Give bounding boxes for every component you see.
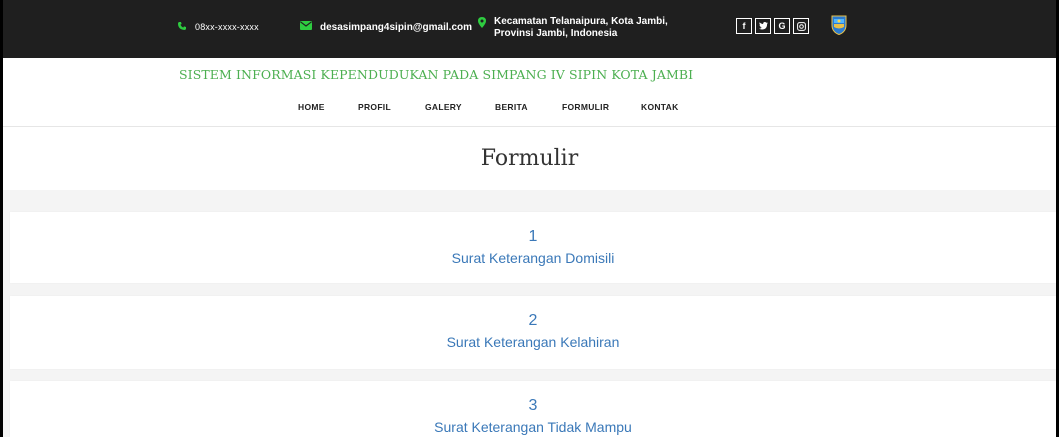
- nav-kontak[interactable]: KONTAK: [641, 102, 679, 112]
- main-navigation: HOME PROFIL GALERY BERITA FORMULIR KONTA…: [0, 102, 1059, 116]
- nav-berita[interactable]: BERITA: [495, 102, 528, 112]
- phone-icon: [177, 21, 187, 33]
- social-links: f G: [736, 18, 809, 34]
- google-icon[interactable]: G: [774, 18, 790, 34]
- form-link-domisili[interactable]: Surat Keterangan Domisili: [10, 250, 1056, 266]
- form-card-kelahiran[interactable]: 2 Surat Keterangan Kelahiran: [10, 296, 1056, 369]
- nav-galery[interactable]: GALERY: [425, 102, 462, 112]
- form-number: 2: [528, 312, 538, 329]
- phone-number: 08xx-xxxx-xxxx: [195, 22, 259, 32]
- map-pin-icon: [478, 17, 486, 31]
- envelope-icon: [300, 21, 312, 33]
- site-title[interactable]: SISTEM INFORMASI KEPENDUDUKAN PADA SIMPA…: [179, 67, 693, 82]
- contact-email: desasimpang4sipin@gmail.com: [300, 21, 472, 33]
- page-title: Formulir: [480, 146, 579, 171]
- nav-profil[interactable]: PROFIL: [358, 102, 391, 112]
- facebook-icon[interactable]: f: [736, 18, 752, 34]
- address-line-2: Provinsi Jambi, Indonesia: [494, 28, 618, 39]
- form-number: 3: [528, 397, 538, 414]
- form-link-tidak-mampu[interactable]: Surat Keterangan Tidak Mampu: [10, 419, 1056, 435]
- nav-home[interactable]: HOME: [298, 102, 325, 112]
- jambi-emblem-logo: [831, 15, 847, 36]
- form-card-domisili[interactable]: 1 Surat Keterangan Domisili: [10, 212, 1056, 283]
- address-line-1: Kecamatan Telanaipura, Kota Jambi,: [494, 16, 668, 27]
- contact-phone: 08xx-xxxx-xxxx: [177, 21, 259, 33]
- form-link-kelahiran[interactable]: Surat Keterangan Kelahiran: [10, 334, 1056, 350]
- twitter-icon[interactable]: [755, 18, 771, 34]
- header-divider: [3, 126, 1056, 127]
- form-number: 1: [528, 228, 538, 245]
- top-info-bar: 08xx-xxxx-xxxx desasimpang4sipin@gmail.c…: [3, 0, 1056, 58]
- instagram-icon[interactable]: [793, 18, 809, 34]
- nav-formulir[interactable]: FORMULIR: [562, 102, 609, 112]
- email-address[interactable]: desasimpang4sipin@gmail.com: [320, 22, 472, 33]
- contact-address: Kecamatan Telanaipura, Kota Jambi, Provi…: [478, 16, 668, 40]
- form-card-tidak-mampu[interactable]: 3 Surat Keterangan Tidak Mampu: [10, 381, 1056, 437]
